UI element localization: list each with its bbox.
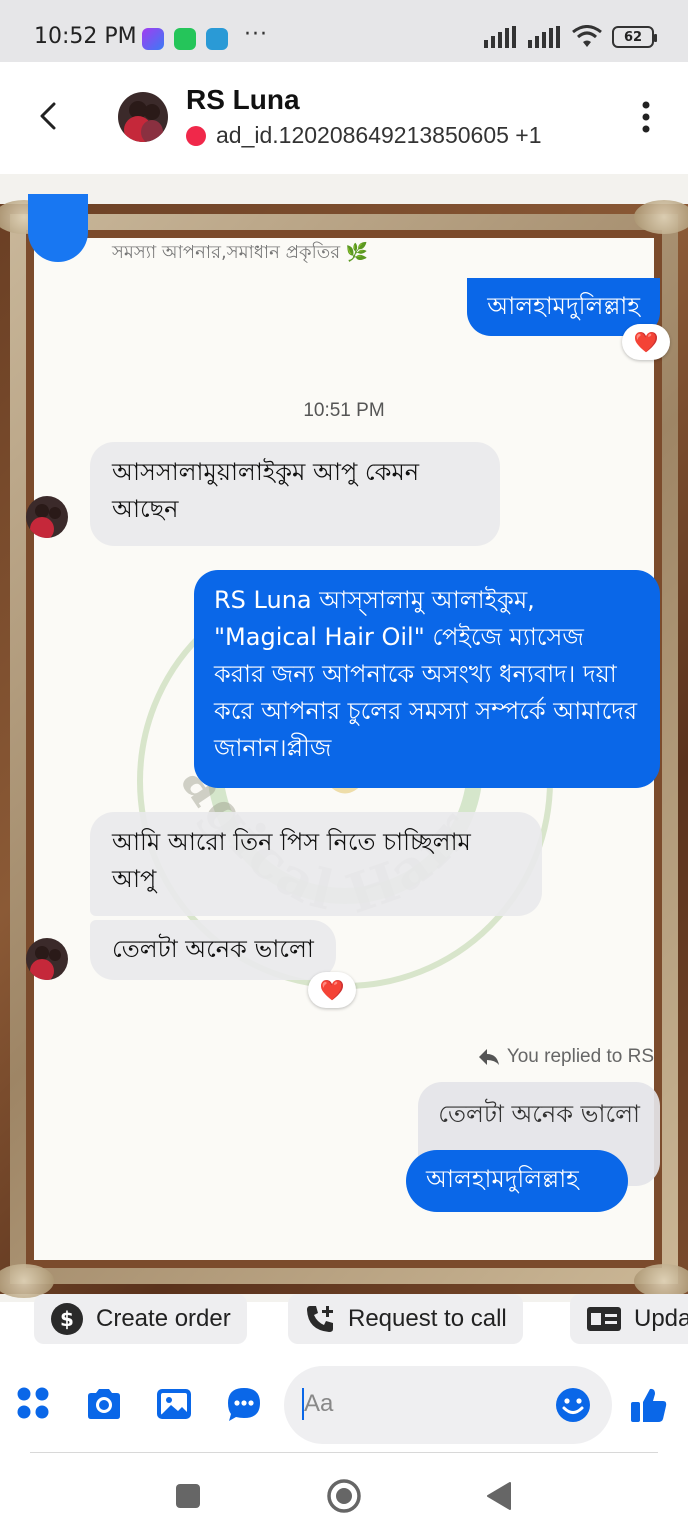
reply-indicator: You replied to RS — [477, 1046, 654, 1068]
status-dot-icon — [186, 125, 206, 146]
contact-avatar[interactable] — [118, 92, 168, 142]
chat-area[interactable]: Magical Hair Oil সমস্যা আপনার,সমাধান প্র… — [0, 174, 688, 1302]
wifi-icon — [572, 25, 602, 47]
message-bubble-incoming[interactable]: আসসালামুয়ালাইকুম আপু কেমন আছেন — [90, 442, 500, 546]
create-order-button[interactable]: $ Create order — [34, 1294, 247, 1344]
back-nav-icon[interactable] — [484, 1480, 514, 1512]
reply-arrow-icon — [478, 1049, 499, 1065]
home-icon[interactable] — [326, 1478, 362, 1514]
contact-subtitle: ad_id.120208649213850605 +1 — [186, 122, 542, 149]
message-bubble-incoming[interactable]: তেলটা অনেক ভালো — [90, 920, 336, 980]
phone-plus-icon — [307, 1306, 333, 1332]
update-button[interactable]: Upda — [570, 1294, 688, 1344]
recent-apps-icon[interactable] — [174, 1482, 202, 1510]
page-tagline: সমস্যা আপনার,সমাধান প্রকৃতির 🌿 — [112, 242, 369, 263]
heart-reaction[interactable]: ❤️ — [622, 324, 670, 360]
back-arrow-icon[interactable] — [30, 96, 70, 136]
menu-grid-icon[interactable] — [14, 1384, 54, 1424]
message-composer: Aa — [0, 1360, 688, 1450]
status-indicators: 62 — [484, 24, 657, 50]
reply-label-text: You replied to RS — [506, 1046, 654, 1067]
system-nav-bar — [0, 1460, 688, 1529]
request-to-call-label: Request to call — [348, 1305, 507, 1332]
message-input[interactable]: Aa — [284, 1366, 612, 1444]
chat-bubble-icon[interactable] — [224, 1384, 264, 1424]
gallery-icon[interactable] — [154, 1384, 194, 1424]
svg-text:$: $ — [60, 1307, 74, 1331]
chat-header: RS Luna ad_id.120208649213850605 +1 — [0, 62, 688, 174]
thumbs-up-icon[interactable] — [628, 1384, 670, 1426]
ad-id-label: ad_id.120208649213850605 +1 — [216, 122, 542, 148]
whatsapp-notification-icon — [174, 28, 196, 50]
quick-actions-bar: $ Create order Request to call Upda — [0, 1288, 688, 1350]
battery-icon: 62 — [612, 26, 657, 48]
heart-icon: ❤️ — [633, 330, 659, 354]
contact-avatar-small[interactable] — [26, 496, 68, 538]
messenger-notification-icon — [142, 28, 164, 50]
battery-level: 62 — [623, 29, 643, 45]
message-bubble-outgoing[interactable]: RS Luna আস্সালামু আলাইকুম, "Magical Hair… — [194, 570, 660, 788]
message-list: সমস্যা আপনার,সমাধান প্রকৃতির 🌿 আলহামদুলি… — [0, 174, 688, 1302]
id-card-icon — [587, 1307, 621, 1331]
request-to-call-button[interactable]: Request to call — [288, 1294, 523, 1344]
contact-avatar-small[interactable] — [26, 938, 68, 980]
heart-reaction[interactable]: ❤️ — [308, 972, 356, 1008]
message-input-placeholder: Aa — [304, 1390, 334, 1417]
status-bar: 10:52 PM ··· 62 — [0, 0, 688, 62]
app-notification-icon — [206, 28, 228, 50]
create-order-label: Create order — [96, 1305, 231, 1332]
message-bubble-outgoing[interactable]: আলহামদুলিল্লাহ — [406, 1150, 628, 1212]
page-avatar — [28, 194, 88, 262]
camera-icon[interactable] — [84, 1384, 124, 1424]
composer-divider — [30, 1452, 658, 1453]
emoji-icon[interactable] — [554, 1386, 592, 1424]
signal-icon — [484, 26, 516, 48]
message-bubble-incoming[interactable]: আমি আরো তিন পিস নিতে চাচ্ছিলাম আপু — [90, 812, 542, 916]
heart-icon: ❤️ — [319, 978, 345, 1002]
update-label: Upda — [634, 1305, 688, 1332]
signal-2-icon — [528, 26, 560, 48]
more-notifications-icon: ··· — [244, 22, 268, 47]
dollar-icon: $ — [51, 1303, 83, 1335]
status-time: 10:52 PM — [34, 24, 137, 49]
contact-name[interactable]: RS Luna — [186, 84, 300, 116]
more-options-icon[interactable] — [640, 100, 652, 134]
timestamp: 10:51 PM — [303, 400, 385, 421]
